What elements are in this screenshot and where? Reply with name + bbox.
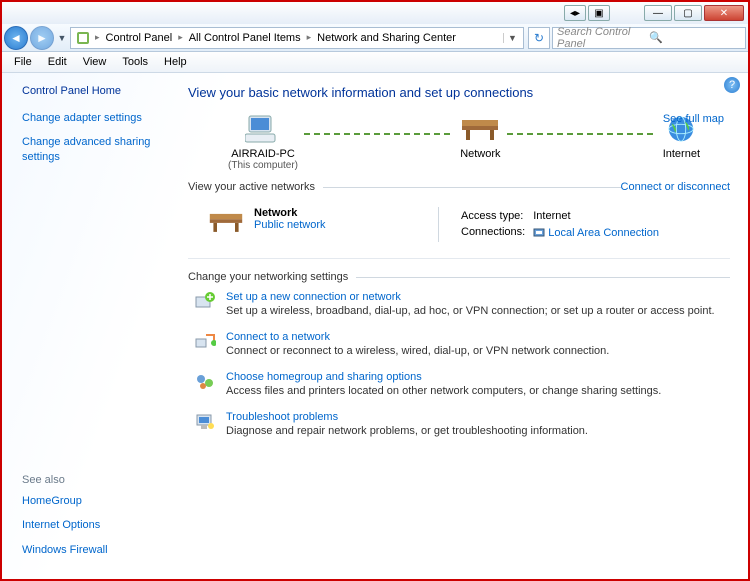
refresh-button[interactable]: ↻	[528, 27, 550, 49]
control-panel-home-link[interactable]: Control Panel Home	[22, 85, 166, 97]
breadcrumb-dropdown[interactable]: ▼	[503, 33, 521, 43]
help-icon[interactable]: ?	[724, 77, 740, 93]
main-content: ? View your basic network information an…	[178, 73, 748, 579]
setting-desc: Connect or reconnect to a wireless, wire…	[226, 345, 609, 357]
minimize-button[interactable]: —	[644, 5, 672, 21]
homegroup-icon	[194, 371, 216, 393]
connections-label: Connections:	[461, 225, 531, 240]
setting-title-link[interactable]: Set up a new connection or network	[226, 291, 715, 303]
window: ◂▸ ▣ — ▢ ✕ ◄ ► ▼ ▸ Control Panel ▸ All C…	[0, 0, 750, 581]
chevron-right-icon: ▸	[176, 32, 185, 43]
breadcrumb-item[interactable]: Control Panel	[102, 32, 177, 44]
setting-item: Connect to a network Connect or reconnec…	[194, 331, 730, 357]
seealso-homegroup[interactable]: HomeGroup	[22, 494, 166, 508]
titlebar: ◂▸ ▣ — ▢ ✕	[2, 2, 748, 24]
network-diagram: AIRRAID-PC (This computer) Network Inter…	[188, 114, 730, 171]
node-label: Internet	[663, 148, 700, 160]
connection-line	[304, 133, 454, 135]
body: Control Panel Home Change adapter settin…	[2, 73, 748, 579]
access-type-label: Access type:	[461, 209, 531, 223]
sidebar-link-sharing[interactable]: Change advanced sharing settings	[22, 135, 166, 164]
menubar: File Edit View Tools Help	[2, 52, 748, 73]
connect-disconnect-link[interactable]: Connect or disconnect	[621, 181, 730, 193]
forward-button[interactable]: ►	[30, 26, 54, 50]
diagram-node-computer: AIRRAID-PC (This computer)	[228, 114, 298, 171]
active-network-block: Network Public network Access type: Inte…	[188, 201, 730, 259]
breadcrumb-item[interactable]: All Control Panel Items	[185, 32, 305, 44]
computer-icon	[245, 114, 281, 144]
section-label: Change your networking settings	[188, 271, 348, 283]
search-placeholder: Search Control Panel	[557, 26, 649, 50]
breadcrumb-item[interactable]: Network and Sharing Center	[313, 32, 460, 44]
network-name: Network	[254, 207, 326, 219]
setting-desc: Set up a wireless, broadband, dial-up, a…	[226, 305, 715, 317]
network-type-link[interactable]: Public network	[254, 219, 326, 231]
bench-icon	[460, 114, 500, 144]
access-type-value: Internet	[533, 209, 665, 223]
bench-icon	[208, 207, 244, 237]
ribbon-btn-2[interactable]: ▣	[588, 5, 610, 21]
menu-help[interactable]: Help	[156, 54, 195, 70]
connection-line	[507, 133, 657, 135]
setting-title-link[interactable]: Choose homegroup and sharing options	[226, 371, 661, 383]
ribbon-btn-1[interactable]: ◂▸	[564, 5, 586, 21]
settings-list: Set up a new connection or network Set u…	[188, 291, 730, 437]
setting-item: Troubleshoot problems Diagnose and repai…	[194, 411, 730, 437]
seealso-firewall[interactable]: Windows Firewall	[22, 543, 166, 557]
menu-edit[interactable]: Edit	[40, 54, 75, 70]
maximize-button[interactable]: ▢	[674, 5, 702, 21]
breadcrumb[interactable]: ▸ Control Panel ▸ All Control Panel Item…	[70, 27, 524, 49]
change-settings-header: Change your networking settings	[188, 271, 730, 283]
see-full-map-link[interactable]: See full map	[663, 113, 724, 125]
connect-network-icon	[194, 331, 216, 353]
setting-item: Set up a new connection or network Set u…	[194, 291, 730, 317]
page-title: View your basic network information and …	[188, 85, 730, 100]
close-button[interactable]: ✕	[704, 5, 744, 21]
node-sublabel: (This computer)	[228, 160, 298, 171]
setting-item: Choose homegroup and sharing options Acc…	[194, 371, 730, 397]
sidebar: Control Panel Home Change adapter settin…	[2, 73, 178, 579]
setting-title-link[interactable]: Troubleshoot problems	[226, 411, 588, 423]
troubleshoot-icon	[194, 411, 216, 433]
see-also-header: See also	[22, 474, 166, 486]
navbar: ◄ ► ▼ ▸ Control Panel ▸ All Control Pane…	[2, 24, 748, 52]
chevron-right-icon: ▸	[305, 32, 314, 43]
section-label: View your active networks	[188, 181, 315, 193]
connection-link[interactable]: Local Area Connection	[548, 227, 659, 239]
menu-file[interactable]: File	[6, 54, 40, 70]
history-dropdown[interactable]: ▼	[56, 33, 68, 43]
node-label: AIRRAID-PC	[231, 148, 295, 160]
chevron-right-icon: ▸	[93, 32, 102, 43]
setting-desc: Diagnose and repair network problems, or…	[226, 425, 588, 437]
menu-tools[interactable]: Tools	[114, 54, 156, 70]
back-button[interactable]: ◄	[4, 26, 28, 50]
active-networks-header: View your active networks Connect or dis…	[188, 181, 730, 193]
search-input[interactable]: Search Control Panel 🔍	[552, 27, 746, 49]
new-connection-icon	[194, 291, 216, 313]
control-panel-icon	[75, 30, 91, 46]
diagram-node-network: Network	[460, 114, 500, 171]
nic-icon	[533, 226, 545, 238]
sidebar-link-adapter[interactable]: Change adapter settings	[22, 111, 166, 125]
node-label: Network	[460, 148, 500, 160]
seealso-internet-options[interactable]: Internet Options	[22, 518, 166, 532]
setting-title-link[interactable]: Connect to a network	[226, 331, 609, 343]
menu-view[interactable]: View	[75, 54, 115, 70]
search-icon[interactable]: 🔍	[649, 31, 741, 44]
setting-desc: Access files and printers located on oth…	[226, 385, 661, 397]
